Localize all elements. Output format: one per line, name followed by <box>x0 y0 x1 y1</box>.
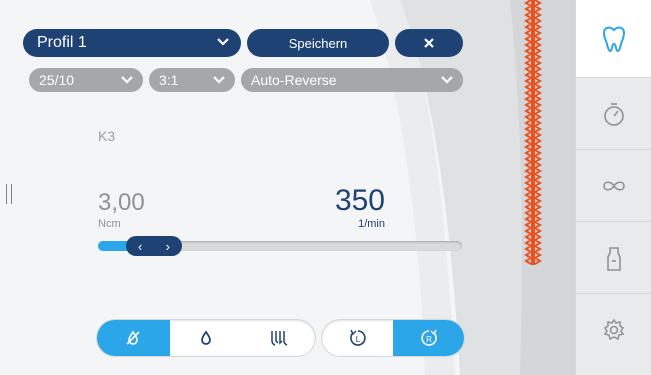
mode-select[interactable]: Auto-Reverse <box>241 68 463 92</box>
chevron-down-icon <box>441 76 453 84</box>
sidebar-item-loop[interactable] <box>576 150 651 222</box>
close-icon <box>424 38 434 48</box>
sidebar-item-settings[interactable] <box>576 294 651 366</box>
timer-icon <box>604 102 624 126</box>
rotation-toggle-group: L R <box>322 320 464 356</box>
profile-select[interactable]: Profil 1 <box>23 29 241 57</box>
drop-icon <box>201 330 211 345</box>
rotation-right-icon: R <box>420 329 437 346</box>
spray-bottle-icon <box>607 246 621 271</box>
sidebar <box>575 0 651 375</box>
drawer-handle[interactable] <box>6 184 12 204</box>
torque-slider-thumb[interactable]: ‹ › <box>126 236 182 256</box>
main-panel: Profil 1 Speichern 25/10 3:1 Auto-Revers… <box>0 0 575 375</box>
infinity-loop-icon <box>603 180 625 191</box>
gear-ratio-value: 3:1 <box>159 72 179 88</box>
sidebar-item-tooth[interactable] <box>576 0 651 78</box>
spray-off-icon <box>126 330 140 345</box>
chevron-down-icon <box>213 76 225 84</box>
chevron-left-icon: ‹ <box>138 238 143 254</box>
close-button[interactable] <box>395 29 463 57</box>
torque-value: 3,00 <box>98 189 145 216</box>
gear-ratio-select[interactable]: 3:1 <box>149 68 235 92</box>
sidebar-item-timer[interactable] <box>576 78 651 150</box>
rotation-right-toggle[interactable]: R <box>393 320 464 356</box>
save-button[interactable]: Speichern <box>247 29 389 57</box>
chevron-right-icon: › <box>165 238 170 254</box>
ratio-select[interactable]: 25/10 <box>29 68 143 92</box>
gear-icon <box>603 318 625 341</box>
water-toggle[interactable] <box>170 320 243 356</box>
chevron-down-icon <box>217 38 229 46</box>
tooth-icon <box>602 26 626 52</box>
profile-label: Profil 1 <box>37 34 87 51</box>
ratio-value: 25/10 <box>39 72 75 88</box>
spray-off-toggle[interactable] <box>97 320 170 356</box>
chevron-down-icon <box>121 76 133 84</box>
coolant-toggle-group <box>97 320 315 356</box>
file-name: K3 <box>98 128 116 144</box>
screen: Profil 1 Speichern 25/10 3:1 Auto-Revers… <box>0 0 651 375</box>
torque-unit: Ncm <box>98 218 121 230</box>
rotation-right-letter: R <box>426 335 432 344</box>
mode-value: Auto-Reverse <box>251 72 337 88</box>
speed-unit: 1/min <box>358 218 385 230</box>
rotation-left-icon: L <box>349 329 366 346</box>
apex-icon <box>270 331 287 346</box>
rotation-left-letter: L <box>355 335 360 344</box>
apex-toggle[interactable] <box>242 320 315 356</box>
save-label: Speichern <box>288 35 348 51</box>
sidebar-item-cleaning[interactable] <box>576 222 651 294</box>
speed-value: 350 <box>334 184 385 217</box>
rotation-left-toggle[interactable]: L <box>322 320 393 356</box>
